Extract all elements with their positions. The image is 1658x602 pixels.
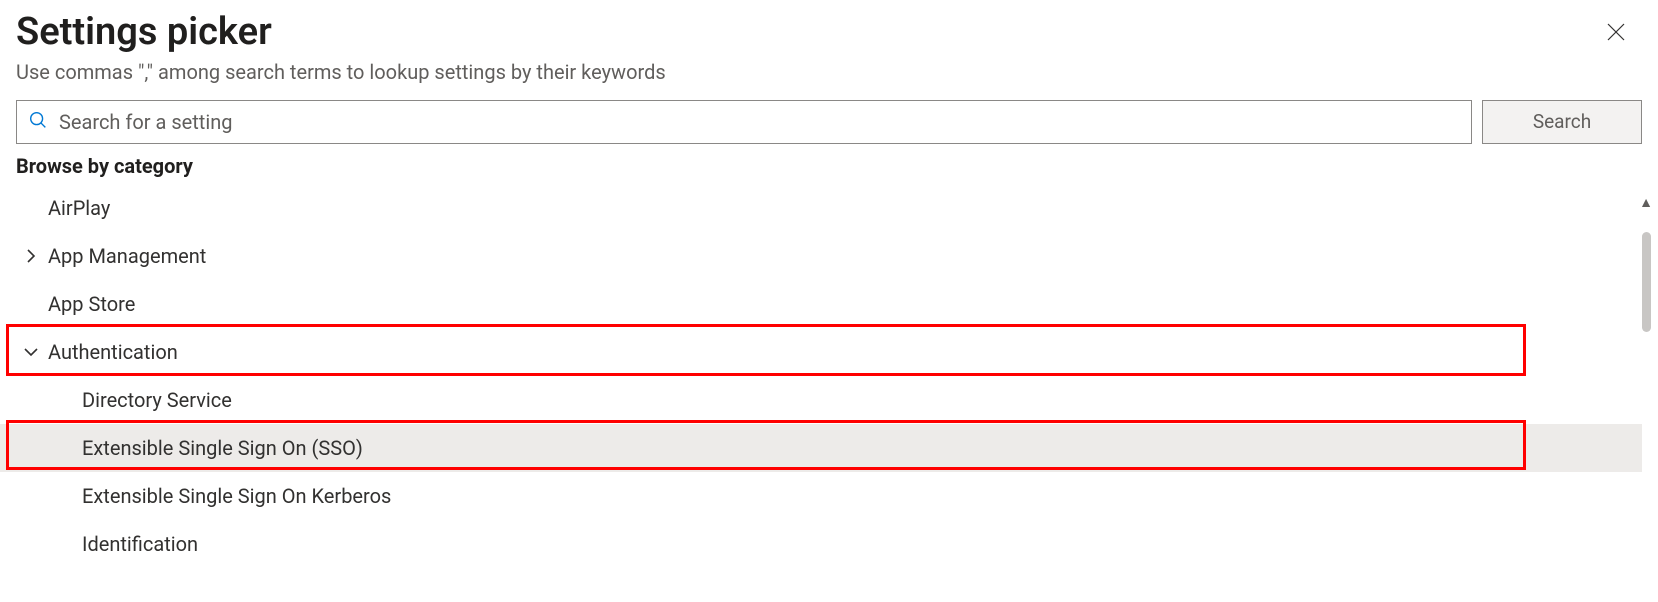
- category-label: AirPlay: [48, 196, 110, 220]
- subcategory-label: Directory Service: [82, 388, 232, 412]
- chevron-down-icon: [22, 343, 40, 361]
- search-box[interactable]: [16, 100, 1472, 144]
- category-tree: AirPlay App Management App Store Authent…: [0, 184, 1658, 568]
- subcategory-directory-service[interactable]: Directory Service: [0, 376, 1642, 424]
- category-label: App Management: [48, 244, 206, 268]
- subcategory-identification[interactable]: Identification: [0, 520, 1642, 568]
- category-app-store[interactable]: App Store: [0, 280, 1642, 328]
- subcategory-label: Extensible Single Sign On (SSO): [82, 436, 363, 460]
- scrollbar-thumb[interactable]: [1642, 232, 1651, 332]
- vertical-scrollbar[interactable]: ▲: [1638, 196, 1654, 332]
- scroll-up-arrow-icon: ▲: [1639, 196, 1653, 210]
- category-airplay[interactable]: AirPlay: [0, 184, 1642, 232]
- page-subtitle: Use commas "," among search terms to loo…: [16, 60, 1642, 84]
- category-authentication[interactable]: Authentication: [0, 328, 1642, 376]
- search-input[interactable]: [49, 110, 1461, 134]
- subcategory-label: Extensible Single Sign On Kerberos: [82, 484, 391, 508]
- chevron-right-icon: [22, 247, 40, 265]
- category-label: App Store: [48, 292, 135, 316]
- browse-by-category-label: Browse by category: [0, 154, 1658, 184]
- subcategory-extensible-sso[interactable]: Extensible Single Sign On (SSO): [0, 424, 1642, 472]
- search-icon: [27, 109, 49, 135]
- search-button[interactable]: Search: [1482, 100, 1642, 144]
- subcategory-label: Identification: [82, 532, 198, 556]
- category-app-management[interactable]: App Management: [0, 232, 1642, 280]
- close-button[interactable]: [1600, 16, 1632, 51]
- category-label: Authentication: [48, 340, 178, 364]
- subcategory-extensible-sso-kerberos[interactable]: Extensible Single Sign On Kerberos: [0, 472, 1642, 520]
- close-icon: [1604, 32, 1628, 47]
- page-title: Settings picker: [16, 10, 272, 56]
